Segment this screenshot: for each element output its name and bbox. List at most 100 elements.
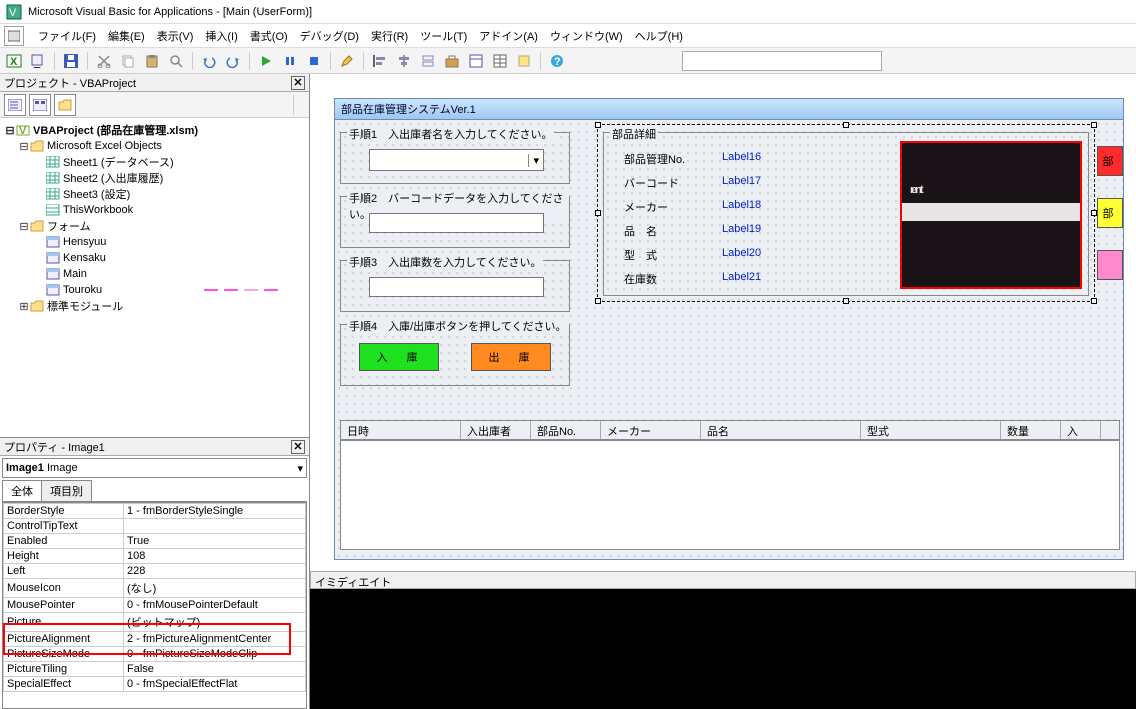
menu-format[interactable]: 書式(O) — [244, 26, 294, 46]
side-button-pink[interactable] — [1097, 250, 1123, 280]
property-row[interactable]: Height108 — [4, 549, 306, 564]
side-button-yellow[interactable]: 部 — [1097, 198, 1123, 228]
save-icon[interactable] — [61, 51, 81, 71]
combo-step1[interactable]: ▾ — [369, 149, 544, 171]
property-row[interactable]: PictureAlignment2 - fmPictureAlignmentCe… — [4, 632, 306, 647]
tree-form-hensyuu[interactable]: Hensyuu — [4, 234, 305, 250]
property-row[interactable]: BorderStyle1 - fmBorderStyleSingle — [4, 504, 306, 519]
menu-help[interactable]: ヘルプ(H) — [629, 26, 689, 46]
project-toolbar — [0, 92, 309, 118]
button-in[interactable]: 入 庫 — [359, 343, 439, 371]
userform-main[interactable]: 部品在庫管理システムVer.1 手順1 入出庫者名を入力してください。 ▾ 手順… — [334, 98, 1124, 560]
property-row[interactable]: Picture(ビットマップ) — [4, 613, 306, 632]
detail-label: 品 名 — [624, 223, 657, 239]
properties-object-combo[interactable]: Image1 Image ▾ — [2, 458, 307, 478]
menu-edit[interactable]: 編集(E) — [102, 26, 151, 46]
mdi-icon[interactable] — [4, 26, 24, 46]
toolbar-combo[interactable] — [682, 51, 882, 71]
project-pane-title: プロジェクト - VBAProject ✕ — [0, 74, 309, 92]
list-header[interactable]: 日時 入出庫者 部品No. メーカー 品名 型式 数量 入 — [340, 420, 1120, 440]
tree-form-main[interactable]: Main — [4, 266, 305, 282]
side-button-red[interactable]: 部 — [1097, 146, 1123, 176]
run-icon[interactable] — [256, 51, 276, 71]
textbox-step2[interactable] — [369, 213, 544, 233]
menu-run[interactable]: 実行(R) — [365, 26, 414, 46]
form-body[interactable]: 手順1 入出庫者名を入力してください。 ▾ 手順2 バーコードデータを入力してく… — [334, 120, 1124, 560]
undo-icon[interactable] — [199, 51, 219, 71]
properties-grid[interactable]: BorderStyle1 - fmBorderStyleSingleContro… — [2, 502, 307, 709]
tree-modules[interactable]: ⊞標準モジュール — [4, 298, 305, 314]
view-object-icon[interactable] — [29, 94, 51, 116]
property-row[interactable]: PictureTilingFalse — [4, 662, 306, 677]
break-icon[interactable] — [280, 51, 300, 71]
property-row[interactable]: ControlTipText — [4, 519, 306, 534]
properties-pane-title: プロパティ - Image1 ✕ — [0, 438, 309, 456]
property-row[interactable]: MousePointer0 - fmMousePointerDefault — [4, 598, 306, 613]
help-icon[interactable]: ? — [547, 51, 567, 71]
frame-step3[interactable]: 手順3 入出庫数を入力してください。 — [340, 260, 570, 312]
property-row[interactable]: SpecialEffect0 - fmSpecialEffectFlat — [4, 677, 306, 692]
find-icon[interactable] — [166, 51, 186, 71]
toolbox-icon[interactable] — [442, 51, 462, 71]
detail-label: メーカー — [624, 199, 668, 215]
properties-tabs: 全体 項目別 — [2, 480, 307, 502]
button-out[interactable]: 出 庫 — [471, 343, 551, 371]
close-icon[interactable]: ✕ — [291, 76, 305, 90]
menu-tools[interactable]: ツール(T) — [414, 26, 473, 46]
tree-forms[interactable]: ⊟フォーム — [4, 218, 305, 234]
property-row[interactable]: MouseIcon(なし) — [4, 579, 306, 598]
detail-value: Label20 — [722, 247, 761, 259]
project-explorer-icon[interactable] — [466, 51, 486, 71]
form-titlebar[interactable]: 部品在庫管理システムVer.1 — [334, 98, 1124, 120]
property-row[interactable]: PictureSizeMode0 - fmPictureSizeModeClip — [4, 647, 306, 662]
same-width-icon[interactable] — [418, 51, 438, 71]
align-left-icon[interactable] — [370, 51, 390, 71]
tab-alphabetic[interactable]: 全体 — [2, 480, 42, 501]
property-row[interactable]: EnabledTrue — [4, 534, 306, 549]
detail-label: 在庫数 — [624, 271, 657, 287]
close-icon[interactable]: ✕ — [291, 440, 305, 454]
menu-window[interactable]: ウィンドウ(W) — [544, 26, 629, 46]
insert-dropdown[interactable] — [28, 51, 48, 71]
design-mode-icon[interactable] — [337, 51, 357, 71]
textbox-step3[interactable] — [369, 277, 544, 297]
tree-form-kensaku[interactable]: Kensaku — [4, 250, 305, 266]
frame-step2[interactable]: 手順2 バーコードデータを入力してください。 — [340, 196, 570, 248]
view-code-icon[interactable] — [4, 94, 26, 116]
copy-icon[interactable] — [118, 51, 138, 71]
folder-icon[interactable] — [54, 94, 76, 116]
tree-sheet2[interactable]: Sheet2 (入出庫履歴) — [4, 170, 305, 186]
properties-icon[interactable] — [490, 51, 510, 71]
frame-step1[interactable]: 手順1 入出庫者名を入力してください。 ▾ — [340, 132, 570, 184]
immediate-window[interactable] — [310, 589, 1136, 709]
stop-icon[interactable] — [304, 51, 324, 71]
center-horiz-icon[interactable] — [394, 51, 414, 71]
decoration — [4, 286, 305, 298]
project-tree[interactable]: ⊟VVBAProject (部品在庫管理.xlsm) ⊟Microsoft Ex… — [0, 118, 309, 438]
tab-categorized[interactable]: 項目別 — [41, 480, 92, 501]
frame-step4[interactable]: 手順4 入庫/出庫ボタンを押してください。 入 庫 出 庫 — [340, 324, 570, 386]
redo-icon[interactable] — [223, 51, 243, 71]
excel-icon[interactable]: X — [4, 51, 24, 71]
detail-label: バーコード — [624, 175, 679, 191]
tree-thisworkbook[interactable]: ThisWorkbook — [4, 202, 305, 218]
object-browser-icon[interactable] — [514, 51, 534, 71]
image1-control[interactable]: ıent — [900, 141, 1082, 289]
tree-sheet3[interactable]: Sheet3 (設定) — [4, 186, 305, 202]
form-designer[interactable]: 部品在庫管理システムVer.1 手順1 入出庫者名を入力してください。 ▾ 手順… — [310, 74, 1136, 571]
property-row[interactable]: Left228 — [4, 564, 306, 579]
tree-sheet1[interactable]: Sheet1 (データベース) — [4, 154, 305, 170]
cut-icon[interactable] — [94, 51, 114, 71]
paste-icon[interactable] — [142, 51, 162, 71]
frame-detail[interactable]: 部品詳細 部品管理No.Label16バーコードLabel17メーカーLabel… — [603, 132, 1089, 296]
list-body[interactable] — [340, 440, 1120, 550]
main-toolbar: X ? — [0, 48, 1136, 74]
tree-excel-objects[interactable]: ⊟Microsoft Excel Objects — [4, 138, 305, 154]
tree-root[interactable]: ⊟VVBAProject (部品在庫管理.xlsm) — [4, 122, 305, 138]
detail-label: 部品管理No. — [624, 151, 685, 167]
menu-view[interactable]: 表示(V) — [151, 26, 200, 46]
menu-debug[interactable]: デバッグ(D) — [294, 26, 365, 46]
menu-addin[interactable]: アドイン(A) — [473, 26, 544, 46]
menu-file[interactable]: ファイル(F) — [32, 26, 102, 46]
menu-insert[interactable]: 挿入(I) — [199, 26, 243, 46]
